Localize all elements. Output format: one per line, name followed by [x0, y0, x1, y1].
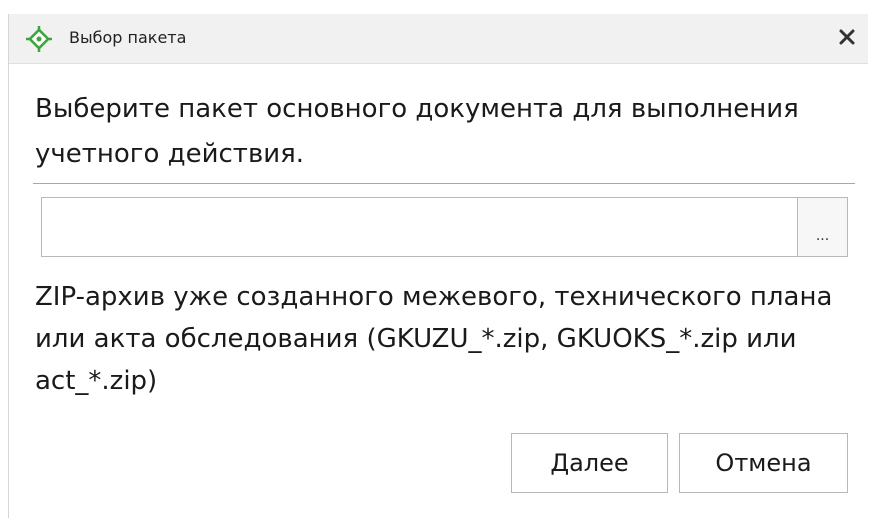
- cancel-button[interactable]: Отмена: [679, 433, 848, 493]
- window-title: Выбор пакета: [69, 28, 187, 47]
- browse-button[interactable]: ...: [797, 197, 848, 257]
- hint-text: ZIP-архив уже созданного межевого, техни…: [35, 282, 833, 396]
- title-bar: Выбор пакета: [9, 14, 868, 64]
- select-package-dialog: Выбор пакета Выберите пакет основного до…: [8, 14, 868, 518]
- package-path-input[interactable]: [41, 197, 797, 257]
- close-button[interactable]: [834, 26, 860, 52]
- instruction-text: Выберите пакет основного документа для в…: [35, 94, 799, 169]
- divider: [33, 183, 855, 184]
- next-button[interactable]: Далее: [511, 433, 668, 493]
- crosshair-target-icon: [25, 25, 53, 53]
- close-icon: [839, 29, 855, 49]
